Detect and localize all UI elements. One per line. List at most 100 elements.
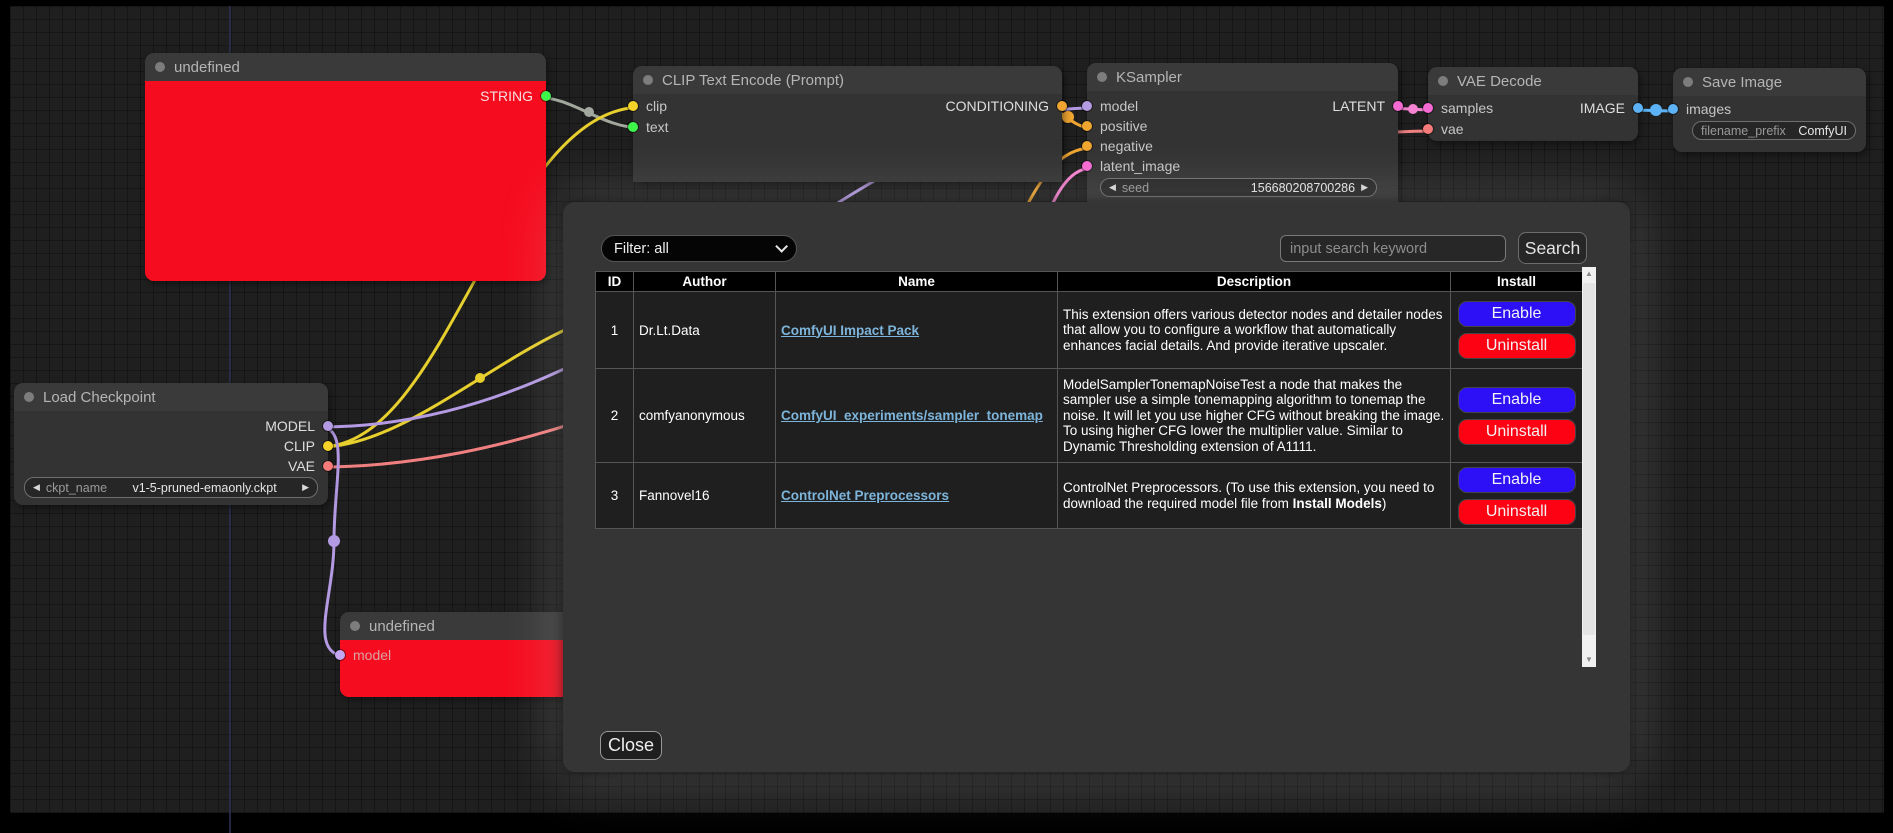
node-undefined-bottom[interactable]: undefined model bbox=[340, 612, 598, 697]
node-title-bar: CLIP Text Encode (Prompt) bbox=[633, 66, 1062, 94]
node-title-bar: Save Image bbox=[1673, 68, 1866, 96]
model-output-port[interactable] bbox=[323, 421, 333, 431]
image-output-port[interactable] bbox=[1633, 103, 1643, 113]
filter-select-value: Filter: all bbox=[614, 241, 669, 257]
input-label: negative bbox=[1100, 138, 1153, 154]
node-body: model bbox=[340, 640, 598, 697]
node-dot-icon bbox=[350, 621, 360, 631]
node-save-image[interactable]: Save Image images filename_prefix ComfyU… bbox=[1673, 68, 1866, 152]
ext-name-link[interactable]: ComfyUI Impact Pack bbox=[781, 323, 919, 338]
ckpt-name-widget[interactable]: ◀ ckpt_name v1-5-pruned-emaonly.ckpt ▶ bbox=[24, 477, 318, 498]
node-dot-icon bbox=[1438, 76, 1448, 86]
negative-input-port[interactable] bbox=[1082, 141, 1092, 151]
seed-widget[interactable]: ◀ seed 156680208700286 ▶ bbox=[1100, 178, 1377, 197]
positive-input-port[interactable] bbox=[1082, 121, 1092, 131]
enable-button[interactable]: Enable bbox=[1458, 467, 1576, 493]
input-label: samples bbox=[1441, 100, 1493, 116]
latent-output-port[interactable] bbox=[1393, 101, 1403, 111]
samples-input-port[interactable] bbox=[1423, 103, 1433, 113]
node-title-bar: KSampler bbox=[1087, 63, 1398, 91]
ext-id: 2 bbox=[596, 369, 634, 463]
ext-description: ModelSamplerTonemapNoiseTest a node that… bbox=[1058, 369, 1451, 463]
vae-output-port[interactable] bbox=[323, 461, 333, 471]
enable-button[interactable]: Enable bbox=[1458, 301, 1576, 327]
node-body: STRING bbox=[145, 81, 546, 281]
node-body: images filename_prefix ComfyUI bbox=[1673, 96, 1866, 152]
uninstall-button[interactable]: Uninstall bbox=[1458, 333, 1576, 359]
arrow-right-icon[interactable]: ▶ bbox=[1361, 183, 1368, 192]
enable-button[interactable]: Enable bbox=[1458, 387, 1576, 413]
node-title: CLIP Text Encode (Prompt) bbox=[662, 72, 844, 89]
node-dot-icon bbox=[1683, 77, 1693, 87]
node-title-bar: VAE Decode bbox=[1428, 67, 1638, 95]
filename-prefix-label: filename_prefix bbox=[1701, 124, 1786, 138]
node-dot-icon bbox=[24, 392, 34, 402]
output-label: STRING bbox=[480, 88, 533, 104]
search-input[interactable] bbox=[1280, 235, 1506, 262]
node-title-bar: Load Checkpoint bbox=[14, 383, 328, 411]
text-input-port[interactable] bbox=[628, 122, 638, 132]
input-label: latent_image bbox=[1100, 158, 1180, 174]
search-button[interactable]: Search bbox=[1518, 232, 1587, 264]
node-title: undefined bbox=[174, 59, 240, 76]
ext-description: This extension offers various detector n… bbox=[1058, 292, 1451, 369]
model-input-port[interactable] bbox=[1082, 101, 1092, 111]
node-dot-icon bbox=[155, 62, 165, 72]
ext-id: 3 bbox=[596, 463, 634, 529]
filename-prefix-widget[interactable]: filename_prefix ComfyUI bbox=[1692, 121, 1856, 140]
node-clip-text-encode[interactable]: CLIP Text Encode (Prompt) clip text COND… bbox=[633, 66, 1062, 182]
table-row: 3 Fannovel16 ControlNet Preprocessors Co… bbox=[596, 463, 1583, 529]
arrow-right-icon[interactable]: ▶ bbox=[302, 483, 309, 492]
ext-author: Dr.Lt.Data bbox=[634, 292, 776, 369]
node-vae-decode[interactable]: VAE Decode samples vae IMAGE bbox=[1428, 67, 1638, 141]
node-load-checkpoint[interactable]: Load Checkpoint MODEL CLIP VAE ◀ ckpt_na… bbox=[14, 383, 328, 505]
uninstall-button[interactable]: Uninstall bbox=[1458, 499, 1576, 525]
scroll-up-icon[interactable]: ▲ bbox=[1582, 267, 1596, 281]
filename-prefix-value: ComfyUI bbox=[1798, 124, 1847, 138]
close-button[interactable]: Close bbox=[600, 731, 662, 760]
node-title: KSampler bbox=[1116, 69, 1182, 86]
string-output-port[interactable] bbox=[541, 91, 551, 101]
filter-select[interactable]: Filter: all bbox=[601, 235, 797, 262]
node-undefined-top[interactable]: undefined STRING bbox=[145, 53, 546, 281]
table-header-row: ID Author Name Description Install bbox=[596, 272, 1583, 292]
latent-image-input-port[interactable] bbox=[1082, 161, 1092, 171]
uninstall-button[interactable]: Uninstall bbox=[1458, 419, 1576, 445]
node-ksampler[interactable]: KSampler model positive negative latent_… bbox=[1087, 63, 1398, 204]
scrollbar[interactable]: ▲ ▼ bbox=[1582, 267, 1596, 667]
images-input-port[interactable] bbox=[1668, 104, 1678, 114]
model-input-port[interactable] bbox=[335, 650, 345, 660]
output-label: CONDITIONING bbox=[946, 98, 1049, 114]
ckpt-name-value: v1-5-pruned-emaonly.ckpt bbox=[132, 481, 276, 495]
col-header-description: Description bbox=[1058, 272, 1451, 292]
node-body: samples vae IMAGE bbox=[1428, 95, 1638, 141]
ext-description: ControlNet Preprocessors. (To use this e… bbox=[1058, 463, 1451, 529]
input-label: model bbox=[353, 647, 391, 663]
node-title: Save Image bbox=[1702, 74, 1782, 91]
clip-output-port[interactable] bbox=[323, 441, 333, 451]
col-header-install: Install bbox=[1451, 272, 1583, 292]
clip-input-port[interactable] bbox=[628, 101, 638, 111]
node-dot-icon bbox=[643, 75, 653, 85]
arrow-left-icon[interactable]: ◀ bbox=[1109, 183, 1116, 192]
vae-input-port[interactable] bbox=[1423, 124, 1433, 134]
col-header-id: ID bbox=[596, 272, 634, 292]
node-title: undefined bbox=[369, 618, 435, 635]
input-label: text bbox=[646, 119, 669, 135]
node-title-bar: undefined bbox=[340, 612, 598, 640]
scroll-down-icon[interactable]: ▼ bbox=[1582, 653, 1596, 667]
conditioning-output-port[interactable] bbox=[1057, 101, 1067, 111]
arrow-left-icon[interactable]: ◀ bbox=[33, 483, 40, 492]
table-row: 2 comfyanonymous ComfyUI_experiments/sam… bbox=[596, 369, 1583, 463]
extension-manager-dialog: Filter: all Search ID Author Name Descri… bbox=[563, 202, 1630, 772]
table-row: 1 Dr.Lt.Data ComfyUI Impact Pack This ex… bbox=[596, 292, 1583, 369]
input-label: clip bbox=[646, 98, 667, 114]
ext-name-link[interactable]: ComfyUI_experiments/sampler_tonemap bbox=[781, 408, 1043, 423]
ext-author: Fannovel16 bbox=[634, 463, 776, 529]
col-header-author: Author bbox=[634, 272, 776, 292]
output-label: MODEL bbox=[265, 418, 315, 434]
scrollbar-thumb[interactable] bbox=[1583, 283, 1595, 635]
node-body: MODEL CLIP VAE ◀ ckpt_name v1-5-pruned-e… bbox=[14, 411, 328, 505]
ext-name-link[interactable]: ControlNet Preprocessors bbox=[781, 488, 949, 503]
input-label: positive bbox=[1100, 118, 1147, 134]
